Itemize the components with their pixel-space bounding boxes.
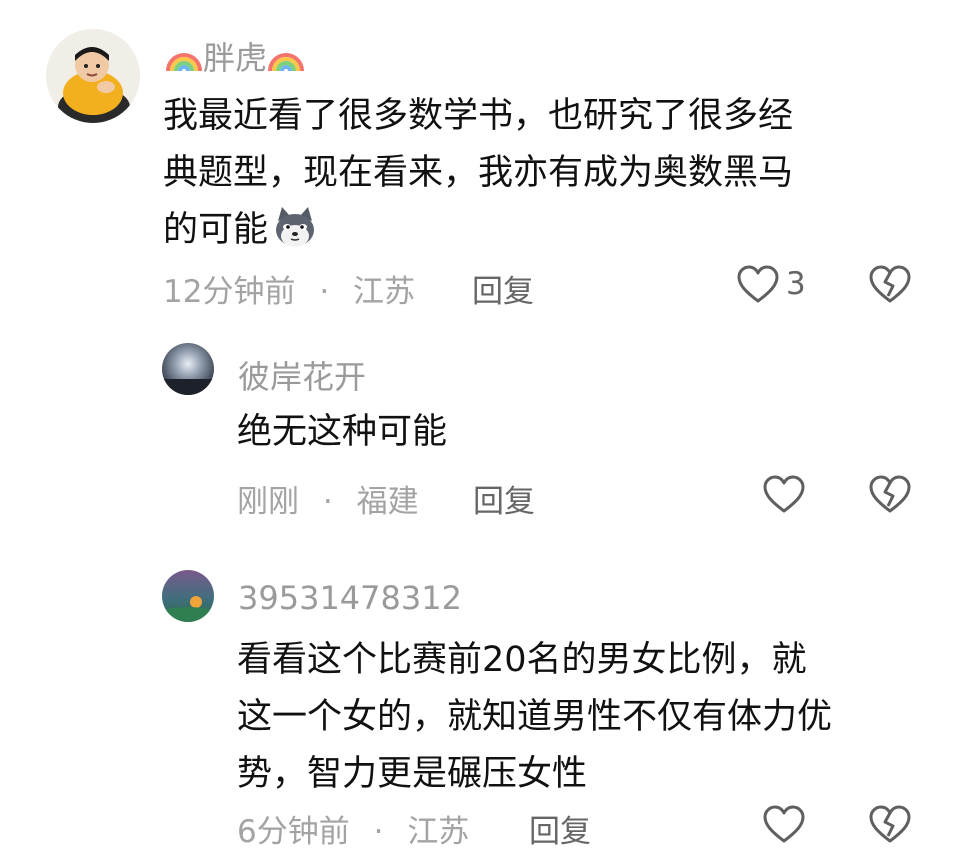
- comment-line: 势，智力更是碾压女性: [237, 754, 588, 794]
- reply-button[interactable]: 回复: [473, 476, 535, 521]
- commenter-name[interactable]: 胖虎: [165, 33, 305, 79]
- comment-text: 绝无这种可能: [237, 404, 917, 461]
- avatar[interactable]: [162, 343, 214, 395]
- commenter-name[interactable]: 彼岸花开: [238, 352, 366, 398]
- location: 江苏: [353, 274, 416, 310]
- comment-text: 我最近看了很多数学书，也研究了很多经 典题型，现在看来，我亦有成为奥数黑马 的可…: [163, 88, 943, 259]
- like-count: 3: [786, 266, 806, 302]
- reply-button[interactable]: 回复: [529, 806, 591, 851]
- rainbow-icon: [166, 53, 202, 72]
- night-sky-avatar-image: [162, 343, 214, 395]
- comment-text: 看看这个比赛前20名的男女比例，就 这一个女的，就知道男性不仅有体力优 势，智力…: [237, 632, 937, 803]
- separator-dot: ·: [319, 274, 330, 310]
- dislike-broken-heart-icon[interactable]: [868, 264, 912, 304]
- avatar[interactable]: [46, 29, 140, 123]
- separator-dot: ·: [373, 814, 384, 850]
- timestamp: 刚刚: [237, 484, 299, 520]
- dislike-broken-heart-icon[interactable]: [868, 804, 912, 844]
- comment-line: 的可能: [163, 202, 943, 259]
- timestamp: 12分钟前: [163, 274, 296, 310]
- cartoon-avatar-image: [46, 29, 140, 123]
- comment-line: 绝无这种可能: [237, 412, 448, 452]
- comment-line: 这一个女的，就知道男性不仅有体力优: [237, 697, 833, 737]
- comment-line: 我最近看了很多数学书，也研究了很多经: [163, 96, 794, 136]
- game-scene-avatar-image: [162, 570, 214, 622]
- reply-button[interactable]: 回复: [472, 266, 534, 311]
- separator-dot: ·: [322, 484, 333, 520]
- commenter-name-text: 胖虎: [203, 39, 268, 77]
- commenter-name[interactable]: 39531478312: [238, 579, 462, 617]
- like-heart-icon[interactable]: [762, 804, 806, 844]
- location: 江苏: [407, 814, 470, 850]
- comment-meta: 刚刚 · 福建: [237, 476, 419, 521]
- like-heart-icon[interactable]: [736, 264, 780, 304]
- comment-meta: 12分钟前 · 江苏: [163, 266, 415, 311]
- comment-line: 看看这个比赛前20名的男女比例，就: [237, 640, 807, 680]
- dislike-broken-heart-icon[interactable]: [868, 474, 912, 514]
- comment-line: 典题型，现在看来，我亦有成为奥数黑马: [163, 153, 794, 193]
- location: 福建: [356, 484, 419, 520]
- timestamp: 6分钟前: [237, 814, 350, 850]
- comment-meta: 6分钟前 · 江苏: [237, 806, 469, 851]
- shiba-dog-emoji: [276, 207, 315, 247]
- like-heart-icon[interactable]: [762, 474, 806, 514]
- avatar[interactable]: [162, 570, 214, 622]
- rainbow-icon: [268, 53, 305, 72]
- comment-line-text: 的可能: [163, 210, 269, 250]
